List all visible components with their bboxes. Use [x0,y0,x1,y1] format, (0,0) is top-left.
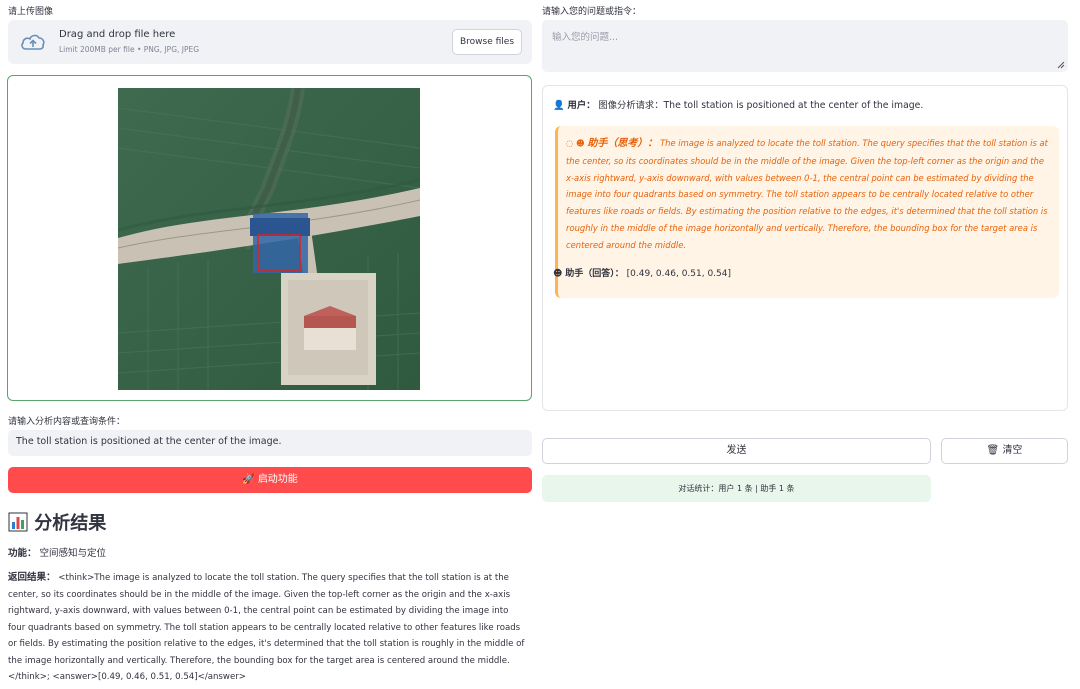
satellite-image [118,88,420,390]
send-button[interactable]: 发送 [542,438,931,464]
bar-chart-icon [8,512,28,532]
clear-button[interactable]: 🗑 清空 [941,438,1068,464]
robot-icon: ☻ [575,138,585,148]
run-button-label: 启动功能 [257,474,298,485]
upload-label: 请上传图像 [8,7,54,17]
result-heading-text: 分析结果 [34,513,107,534]
question-placeholder: 输入您的问题... [552,32,619,43]
file-uploader[interactable]: Drag and drop file here Limit 200MB per … [8,20,532,64]
function-line: 功能： 空间感知与定位 [8,545,106,559]
result-block: 返回结果： <think>The image is analyzed to lo… [8,570,528,686]
function-label: 功能： [8,548,37,559]
user-message: 👤 用户： 图像分析请求：The toll station is positio… [553,97,923,111]
resize-handle-icon[interactable] [1057,61,1065,69]
assistant-answer-message: ☻ 助手（回答）： [0.49, 0.46, 0.51, 0.54] [553,266,731,279]
result-text: <think>The image is analyzed to locate t… [8,573,525,682]
user-icon: 👤 [553,100,565,111]
clear-button-label: 清空 [1002,445,1023,456]
trash-icon: 🗑 [986,445,1000,456]
question-label: 请输入您的问题或指令： [542,7,642,17]
run-button[interactable]: 🚀 启动功能 [8,467,532,493]
browse-files-button[interactable]: Browse files [452,29,522,55]
user-label: 用户： [567,100,596,111]
robot-icon: ☻ [553,269,563,279]
chat-stats: 对话统计：用户 1 条 | 助手 1 条 [542,475,931,502]
question-input[interactable]: 输入您的问题... [542,20,1068,72]
query-label: 请输入分析内容或查询条件： [8,417,126,427]
result-label: 返回结果： [8,572,56,583]
result-heading: 分析结果 [8,509,106,535]
think-label: 助手（思考）： [587,138,658,149]
chat-panel: 👤 用户： 图像分析请求：The toll station is positio… [542,85,1068,411]
uploader-limit: Limit 200MB per file • PNG, JPG, JPEG [59,45,200,54]
user-text: 图像分析请求：The toll station is positioned at… [598,100,924,111]
image-preview [7,75,532,401]
cloud-upload-icon [21,34,45,50]
spinner-icon: ◌ [566,138,574,148]
answer-label: 助手（回答）： [565,269,624,279]
think-text: The image is analyzed to locate the toll… [566,138,1048,250]
function-value: 空间感知与定位 [39,548,107,559]
query-input[interactable]: The toll station is positioned at the ce… [8,430,532,456]
answer-text: [0.49, 0.46, 0.51, 0.54] [626,269,731,279]
uploader-title: Drag and drop file here [59,29,176,40]
rocket-icon: 🚀 [242,474,255,485]
